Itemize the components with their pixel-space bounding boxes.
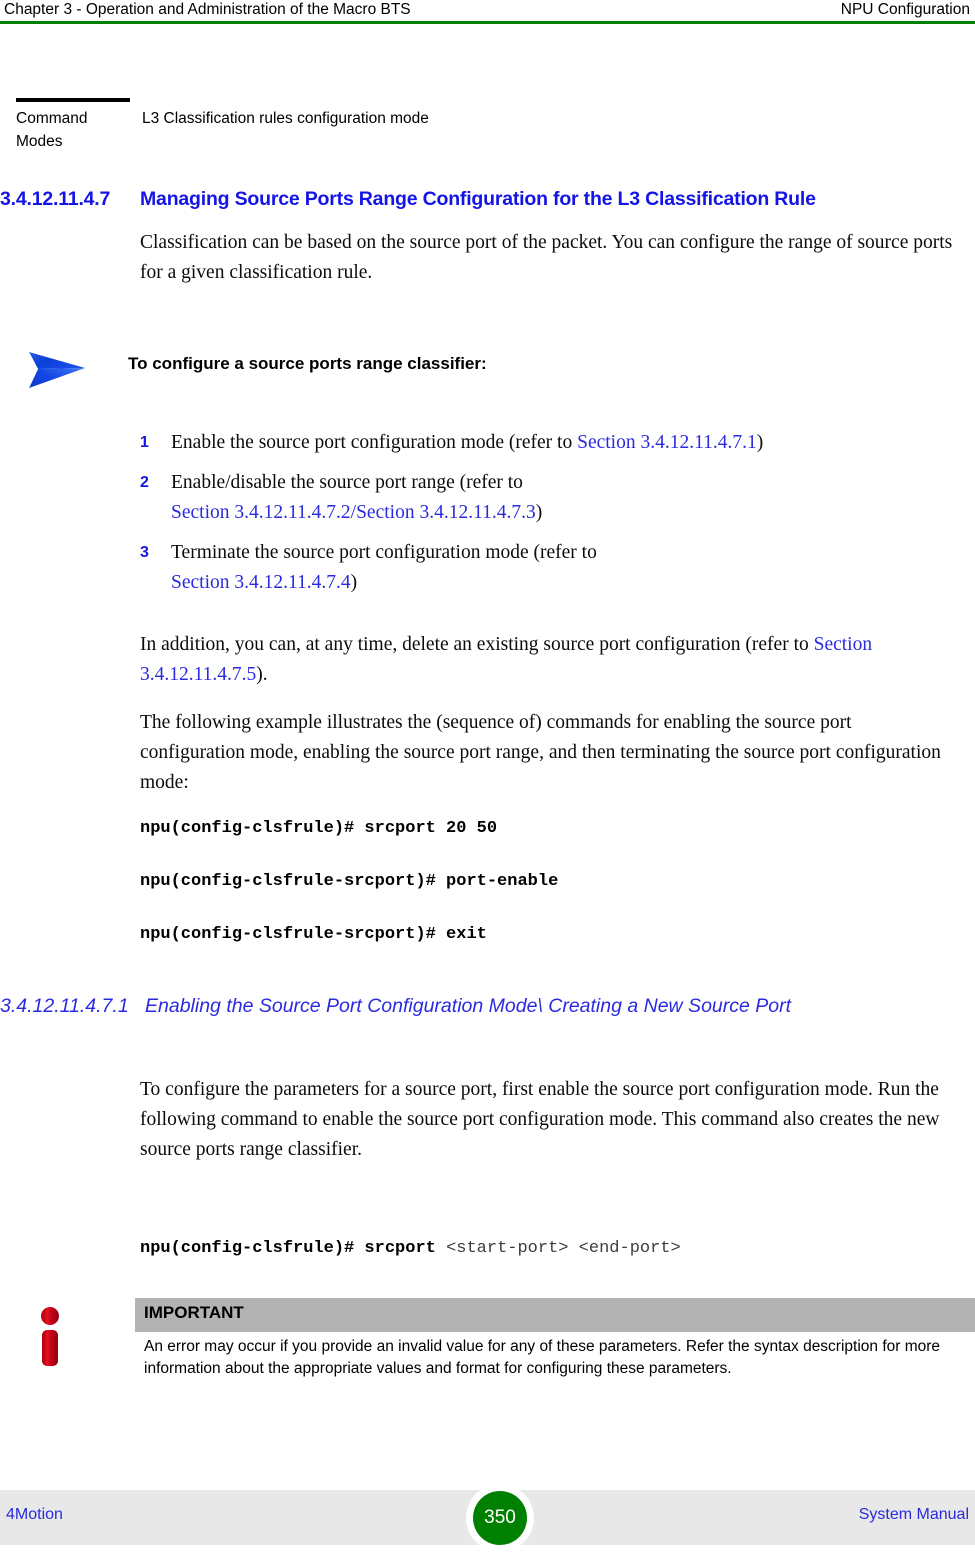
cli-example-line-2: npu(config-clsfrule-srcport)# port-enabl… [140, 871, 558, 893]
addition-paragraph-suffix: ). [256, 664, 268, 685]
footer-product-name: 4Motion [6, 1506, 63, 1523]
step-text-suffix: ) [350, 572, 358, 593]
step-text-suffix: ) [535, 502, 543, 523]
subsection-title: Enabling the Source Port Configuration M… [145, 995, 792, 1017]
section-lead-paragraph: Classification can be based on the sourc… [140, 232, 953, 283]
step-text: Terminate the source port configuration … [171, 538, 961, 598]
addition-paragraph-prefix: In addition, you can, at any time, delet… [140, 634, 814, 655]
section-number: 3.4.12.11.4.7 [0, 188, 111, 210]
subsection-paragraph: To configure the parameters for a source… [140, 1079, 940, 1160]
step-number: 3 [140, 544, 149, 561]
step-cross-reference-link[interactable]: Section 3.4.12.11.4.7.1 [577, 432, 757, 453]
page-number-badge-circle: 350 [473, 1491, 527, 1545]
blue-arrow-icon [26, 349, 88, 391]
procedure-header: To configure a source ports range classi… [0, 345, 975, 391]
procedure-step: 1 Enable the source port configuration m… [0, 428, 975, 458]
step-cross-reference-link[interactable]: Section 3.4.12.11.4.7.4 [171, 572, 351, 593]
step-text-prefix: Terminate the source port configuration … [171, 542, 597, 563]
page-number: 350 [484, 1507, 516, 1528]
page-number-badge: 350 [466, 1484, 534, 1552]
procedure-step: 2 Enable/disable the source port range (… [0, 468, 975, 528]
step-text-suffix: ) [756, 432, 764, 453]
example-intro-paragraph: The following example illustrates the (s… [140, 712, 941, 793]
command-modes-top-rule [16, 98, 130, 102]
important-note-body: An error may occur if you provide an inv… [144, 1338, 941, 1377]
step-text-prefix: Enable the source port configuration mod… [171, 432, 578, 453]
cli-command-text: npu(config-clsfrule)# srcport 20 50 [140, 819, 498, 838]
cli-command-text: npu(config-clsfrule-srcport)# exit [140, 925, 487, 944]
cli-example-line-1: npu(config-clsfrule)# srcport 20 50 [140, 818, 497, 840]
header-section-title: NPU Configuration [840, 1, 970, 18]
footer-document-name: System Manual [858, 1506, 969, 1523]
cli-example-line-3: npu(config-clsfrule-srcport)# exit [140, 924, 487, 946]
cli-command-text: npu(config-clsfrule-srcport)# port-enabl… [140, 872, 559, 891]
important-note-title: IMPORTANT [144, 1303, 244, 1322]
procedure-step: 3 Terminate the source port configuratio… [0, 538, 975, 598]
cli-syntax-line: npu(config-clsfrule)# srcport <start-por… [140, 1238, 681, 1260]
step-number: 1 [140, 434, 149, 451]
command-modes-label: Command Modes [16, 110, 88, 150]
procedure-steps-list: 1 Enable the source port configuration m… [0, 428, 975, 608]
step-cross-reference-link[interactable]: Section 3.4.12.11.4.7.2 [171, 502, 351, 523]
header-chapter-title: Chapter 3 - Operation and Administration… [4, 1, 411, 18]
header-divider-rule [0, 21, 975, 24]
step-cross-reference-link-2[interactable]: Section 3.4.12.11.4.7.3 [356, 502, 536, 523]
step-number: 2 [140, 474, 149, 491]
section-title: Managing Source Ports Range Configuratio… [140, 188, 816, 210]
step-text: Enable the source port configuration mod… [171, 428, 961, 458]
command-modes-value: L3 Classification rules configuration mo… [142, 110, 429, 127]
addition-paragraph: In addition, you can, at any time, delet… [140, 630, 945, 690]
subsection-number: 3.4.12.11.4.7.1 [0, 995, 129, 1017]
red-info-icon [36, 1306, 66, 1368]
cli-syntax-placeholders: <start-port> <end-port> [446, 1239, 681, 1258]
cli-syntax-command: npu(config-clsfrule)# srcport [140, 1239, 447, 1258]
important-note-header-bar: IMPORTANT [135, 1298, 975, 1332]
step-text: Enable/disable the source port range (re… [171, 468, 961, 528]
step-text-prefix: Enable/disable the source port range (re… [171, 472, 523, 493]
procedure-title: To configure a source ports range classi… [128, 354, 487, 373]
